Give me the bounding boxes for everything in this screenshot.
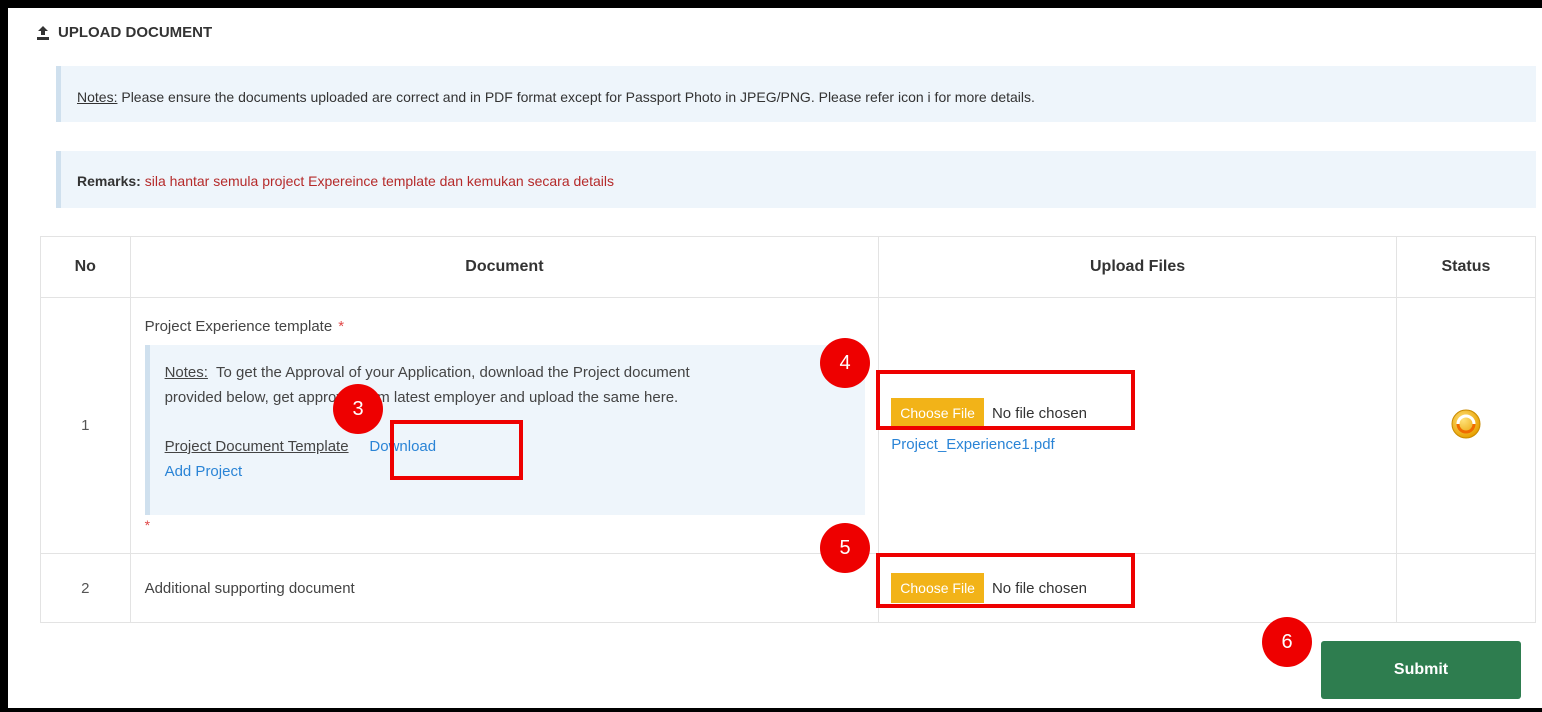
document-title-text: Project Experience template (144, 318, 333, 335)
highlight-box-download (390, 420, 523, 480)
uploaded-file-link[interactable]: Project_Experience1.pdf (891, 436, 1395, 453)
annotation-badge-5: 5 (820, 523, 870, 573)
header-status: Status (1395, 236, 1537, 298)
documents-table: No Document Upload Files Status 1 Projec… (40, 236, 1537, 623)
notes-text: Please ensure the documents uploaded are… (121, 89, 1035, 105)
notes-banner: Notes: Please ensure the documents uploa… (56, 66, 1536, 122)
upload-icon (37, 25, 49, 40)
row-number: 1 (40, 297, 131, 554)
table-row: 2 Additional supporting document Choose … (40, 553, 1537, 623)
header-no: No (40, 236, 131, 298)
template-label: Project Document Template (164, 438, 349, 455)
pending-status-icon (1451, 409, 1481, 438)
status-cell (1395, 553, 1537, 623)
remarks-label: Remarks: (77, 173, 141, 189)
header-upload-files: Upload Files (878, 236, 1397, 298)
highlight-box-upload-1 (876, 370, 1135, 430)
project-notes-label: Notes: (164, 364, 208, 381)
remarks-text: sila hantar semula project Expereince te… (144, 173, 614, 189)
remarks-banner: Remarks: sila hantar semula project Expe… (56, 151, 1536, 208)
highlight-box-upload-2 (876, 553, 1135, 608)
section-title: UPLOAD DOCUMENT (58, 24, 213, 41)
project-notes-line2: provided below, get approval from latest… (164, 389, 679, 406)
project-notes-line1: Notes: To get the Approval of your Appli… (165, 360, 865, 385)
required-mark-bottom: * (144, 517, 151, 533)
row-number: 2 (40, 553, 131, 623)
annotation-badge-6: 6 (1262, 617, 1312, 667)
header-document: Document (129, 236, 880, 298)
document-title: Project Experience template * (145, 318, 879, 335)
table-header-row: No Document Upload Files Status (40, 236, 1537, 298)
document-title-text: Additional supporting document (144, 579, 355, 597)
required-mark: * (338, 318, 345, 335)
submit-button[interactable]: Submit (1321, 641, 1521, 699)
section-header: UPLOAD DOCUMENT (36, 24, 212, 41)
notes-label: Notes: (77, 89, 118, 105)
annotation-badge-4: 4 (820, 338, 870, 388)
status-cell (1395, 297, 1537, 554)
annotation-badge-3: 3 (333, 384, 383, 434)
project-notes-text1: To get the Approval of your Application,… (216, 364, 690, 381)
document-cell: Additional supporting document (129, 553, 880, 623)
table-row: 1 Project Experience template * Notes: To… (40, 297, 1537, 554)
